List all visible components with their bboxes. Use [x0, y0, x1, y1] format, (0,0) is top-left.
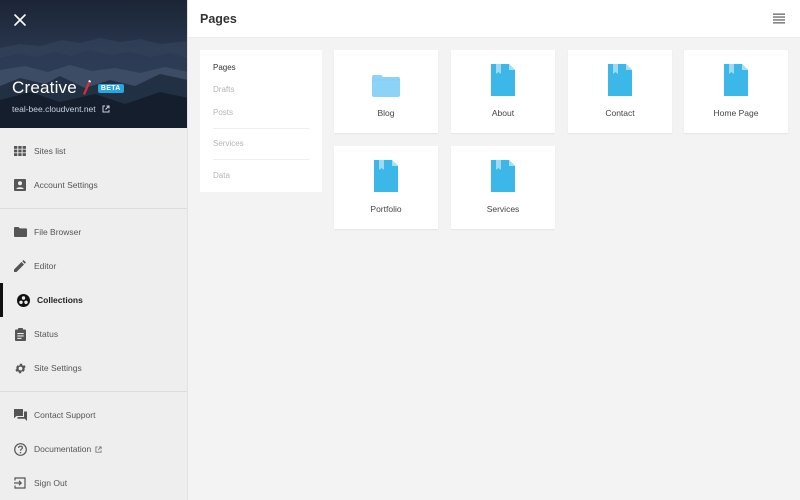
collection-tab-posts[interactable]: Posts — [213, 101, 309, 124]
nav-divider — [0, 208, 187, 209]
sidebar-item-sign-out[interactable]: Sign Out — [0, 466, 187, 500]
site-title: Creative — [12, 78, 77, 97]
subnav-divider — [213, 127, 309, 129]
collection-tab-pages[interactable]: Pages — [213, 56, 309, 79]
sidebar-item-label: Sites list — [34, 146, 66, 156]
list-view-icon[interactable] — [773, 13, 785, 25]
file-icon — [491, 64, 515, 96]
card-label: Home Page — [713, 108, 759, 118]
card-label: About — [491, 108, 515, 118]
file-card-about[interactable]: About — [451, 50, 555, 133]
sidebar-item-label: Site Settings — [34, 363, 82, 373]
sidebar-item-collections[interactable]: Collections — [0, 283, 187, 317]
site-url[interactable]: teal-bee.cloudvent.net — [12, 104, 96, 114]
sidebar-item-site-settings[interactable]: Site Settings — [0, 351, 187, 385]
file-card-services[interactable]: Services — [451, 146, 555, 229]
chat-icon — [13, 408, 27, 422]
nav-divider — [0, 391, 187, 392]
clipboard-icon — [13, 327, 27, 341]
site-title-row: Creative BETA — [12, 78, 124, 98]
file-icon — [608, 64, 632, 96]
collections-nav: Pages Drafts Posts Services Data — [200, 50, 322, 192]
collection-tab-services[interactable]: Services — [213, 133, 309, 156]
sidebar-item-label: Editor — [34, 261, 57, 271]
folder-card-blog[interactable]: Blog — [334, 50, 438, 133]
sidebar-item-account-settings[interactable]: Account Settings — [0, 168, 187, 202]
pencil-icon — [13, 259, 27, 273]
site-header: Creative BETA teal-bee.cloudvent.net — [0, 0, 187, 128]
card-label: Blog — [377, 108, 395, 118]
sidebar-item-label: Sign Out — [34, 478, 68, 488]
file-icon — [724, 64, 748, 96]
sidebar: Creative BETA teal-bee.cloudvent.net Sit… — [0, 0, 188, 500]
site-url-link[interactable]: teal-bee.cloudvent.net — [12, 104, 110, 114]
gear-icon — [13, 361, 27, 375]
sign-out-icon — [13, 476, 27, 490]
page-title: Pages — [200, 11, 237, 26]
sidebar-item-editor[interactable]: Editor — [0, 249, 187, 283]
sidebar-item-documentation[interactable]: Documentation — [0, 432, 187, 466]
sidebar-item-label: Collections — [37, 295, 83, 305]
card-label: Services — [486, 204, 520, 214]
collection-tab-drafts[interactable]: Drafts — [213, 79, 309, 102]
external-link-icon[interactable] — [102, 105, 110, 113]
close-icon[interactable] — [12, 12, 28, 28]
card-label: Contact — [605, 108, 635, 118]
nav-group-site: File Browser Editor Collections Status S… — [0, 215, 187, 385]
card-label: Portfolio — [370, 204, 402, 214]
sidebar-item-label: Status — [34, 329, 59, 339]
nav-group-account: Sites list Account Settings — [0, 128, 187, 202]
file-icon — [491, 160, 515, 192]
file-card-contact[interactable]: Contact — [568, 50, 672, 133]
sidebar-item-contact-support[interactable]: Contact Support — [0, 398, 187, 432]
sidebar-item-status[interactable]: Status — [0, 317, 187, 351]
top-bar: Pages — [188, 0, 800, 38]
pen-icon — [82, 80, 91, 95]
collection-tab-data[interactable]: Data — [213, 164, 309, 187]
sidebar-item-label: Account Settings — [34, 180, 98, 190]
nav-group-help: Contact Support Documentation Sign Out — [0, 398, 187, 500]
file-card-home-page[interactable]: Home Page — [684, 50, 788, 133]
sidebar-item-label: Documentation — [34, 444, 92, 454]
collections-icon — [16, 293, 30, 307]
sidebar-item-sites-list[interactable]: Sites list — [0, 134, 187, 168]
folder-icon — [372, 75, 400, 97]
file-icon — [374, 160, 398, 192]
file-card-portfolio[interactable]: Portfolio — [334, 146, 438, 229]
sidebar-item-label: Contact Support — [34, 410, 96, 420]
grid-icon — [13, 144, 27, 158]
subnav-divider — [213, 159, 309, 160]
sidebar-item-label: File Browser — [34, 227, 82, 237]
help-circle-icon — [13, 442, 27, 456]
external-link-icon — [95, 445, 102, 453]
beta-badge: BETA — [97, 83, 124, 93]
account-box-icon — [13, 178, 27, 192]
folder-icon — [13, 225, 27, 239]
sidebar-item-file-browser[interactable]: File Browser — [0, 215, 187, 249]
